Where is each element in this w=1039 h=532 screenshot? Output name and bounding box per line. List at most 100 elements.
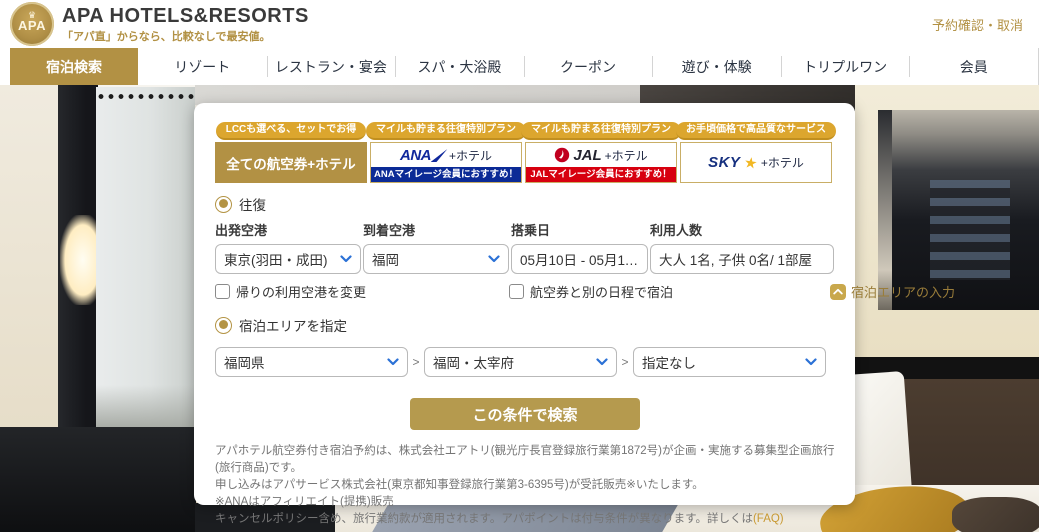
disclaimer-line-2: 申し込みはアパサービス株式会社(東京都知事登録旅行業第3-6395号)が受託販売…	[215, 477, 835, 494]
radio-selected-icon	[215, 317, 232, 334]
chevron-down-icon	[340, 255, 352, 263]
apa-logo-icon: ♛ APA	[10, 2, 54, 46]
different-stay-dates-label: 航空券と別の日程で宿泊	[530, 282, 673, 301]
stay-area-radio[interactable]: 宿泊エリアを指定	[215, 315, 835, 335]
chevron-down-icon	[596, 358, 608, 366]
change-return-airport-checkbox[interactable]: 帰りの利用空港を変更	[215, 282, 509, 301]
options-row: 帰りの利用空港を変更 航空券と別の日程で宿泊 宿泊エリアの入力	[215, 282, 835, 301]
ana-logo-text: ANA	[400, 147, 431, 164]
prefecture-select[interactable]: 福岡県	[215, 347, 408, 377]
tab-ana-suffix: +ホテル	[449, 147, 492, 164]
nav-tab-tripleone[interactable]: トリプルワン	[781, 48, 910, 85]
radio-selected-icon	[215, 196, 232, 213]
arrival-airport-value: 福岡	[372, 249, 484, 269]
jal-crane-icon	[554, 147, 570, 163]
tab-ana-strip: ANAマイレージ会員におすすめ！	[371, 167, 521, 182]
tab-ana-hotel[interactable]: ANA +ホテル ANAマイレージ会員におすすめ！	[370, 142, 522, 183]
photo-curtain	[96, 87, 195, 427]
stay-area-radio-label: 宿泊エリアを指定	[239, 315, 347, 335]
nav-tab-resort[interactable]: リゾート	[138, 48, 267, 85]
tab-col-sky: お手頃価格で高品質なサービス SKY ★ +ホテル	[680, 122, 832, 183]
tab-all-flights-hotel[interactable]: 全ての航空券+ホテル	[215, 142, 367, 183]
nav-tab-coupon[interactable]: クーポン	[524, 48, 653, 85]
checkbox-icon	[509, 284, 524, 299]
flight-hotel-search-panel: LCCも選べる、セットでお得 全ての航空券+ホテル マイルも貯まる往復特別プラン…	[194, 103, 855, 505]
tab-jal-hotel[interactable]: JAL +ホテル JALマイレージ会員におすすめ！	[525, 142, 677, 183]
photo-mirror-reflection	[930, 180, 1010, 280]
ana-swoosh-icon	[431, 149, 448, 162]
chevron-down-icon	[805, 358, 817, 366]
brand-home-link[interactable]: ♛ APA APA HOTELS&RESORTS 「アパ直」からなら、比較なしで…	[10, 2, 309, 46]
departure-airport-value: 東京(羽田・成田)	[224, 249, 336, 269]
tab-col-all-flights: LCCも選べる、セットでお得 全ての航空券+ホテル	[215, 122, 367, 183]
guests-label: 利用人数	[650, 220, 834, 244]
tab-col-ana: マイルも貯まる往復特別プラン ANA +ホテル ANAマイレージ会員におすすめ！	[370, 122, 522, 183]
badge-jal: マイルも貯まる往復特別プラン	[521, 122, 681, 140]
arrival-airport-select[interactable]: 福岡	[363, 244, 509, 274]
photo-curtain-trim	[96, 93, 195, 100]
main-nav: 宿泊検索 リゾート レストラン・宴会 スパ・大浴殿 クーポン 遊び・体験 トリプ…	[0, 48, 1039, 85]
nav-tab-spa[interactable]: スパ・大浴殿	[395, 48, 524, 85]
city-select[interactable]: 福岡・太宰府	[424, 347, 617, 377]
brand-tagline: 「アパ直」からなら、比較なしで最安値。	[62, 28, 309, 44]
photo-window-blind	[195, 85, 660, 105]
site-header: ♛ APA APA HOTELS&RESORTS 「アパ直」からなら、比較なしで…	[0, 0, 1039, 48]
chevron-up-icon	[830, 284, 846, 300]
different-stay-dates-checkbox[interactable]: 航空券と別の日程で宿泊	[509, 282, 830, 301]
tab-col-jal: マイルも貯まる往復特別プラン JAL +ホテル JALマイレージ会員におすすめ！	[525, 122, 677, 183]
round-trip-label: 往復	[239, 194, 266, 214]
guests-input[interactable]: 大人 1名, 子供 0名/ 1部屋	[650, 244, 834, 274]
badge-sky: お手頃価格で高品質なサービス	[676, 122, 836, 140]
boarding-date-label: 搭乗日	[511, 220, 648, 244]
nav-tab-restaurant[interactable]: レストラン・宴会	[267, 48, 396, 85]
tab-ana-main: ANA +ホテル	[371, 143, 521, 167]
departure-airport-label: 出発空港	[215, 220, 361, 244]
chevron-down-icon	[488, 255, 500, 263]
tab-jal-strip: JALマイレージ会員におすすめ！	[526, 167, 676, 182]
nav-tab-activity[interactable]: 遊び・体験	[652, 48, 781, 85]
disclaimer-line-4-text: キャンセルポリシー含め、旅行業約款が適用されます。アパポイントは付与条件が異なり…	[215, 513, 753, 525]
chevron-down-icon	[387, 358, 399, 366]
photo-mirror-frame	[878, 110, 892, 310]
photo-left-wall	[0, 85, 62, 437]
photo-curtain-shadow	[96, 385, 195, 427]
sky-star-icon: ★	[743, 153, 759, 173]
nav-tab-member[interactable]: 会員	[909, 48, 1039, 85]
detail-area-select[interactable]: 指定なし	[633, 347, 826, 377]
search-button[interactable]: この条件で検索	[410, 398, 640, 430]
tab-all-flights-label: 全ての航空券+ホテル	[226, 153, 355, 173]
area-separator: >	[617, 355, 633, 369]
flight-fields: 出発空港 到着空港 搭乗日 利用人数 東京(羽田・成田) 福岡 05月10日 -…	[215, 220, 835, 274]
photo-brown-pillow	[952, 497, 1039, 532]
faq-link[interactable]: (FAQ)	[753, 513, 784, 525]
photo-left-furniture	[0, 427, 196, 532]
product-tabs: LCCも選べる、セットでお得 全ての航空券+ホテル マイルも貯まる往復特別プラン…	[215, 122, 835, 183]
area-selects-row: 福岡県 > 福岡・太宰府 > 指定なし	[215, 347, 835, 377]
apa-booking-page: ♛ APA APA HOTELS&RESORTS 「アパ直」からなら、比較なしで…	[0, 0, 1039, 532]
departure-airport-select[interactable]: 東京(羽田・成田)	[215, 244, 361, 274]
tab-sky-hotel[interactable]: SKY ★ +ホテル	[680, 142, 832, 183]
disclaimer-line-1: アパホテル航空券付き宿泊予約は、株式会社エアトリ(観光庁長官登録旅行業第1872…	[215, 443, 835, 477]
apa-logo-text: APA	[18, 18, 46, 33]
tab-sky-suffix: +ホテル	[761, 154, 804, 171]
tab-jal-main: JAL +ホテル	[526, 143, 676, 167]
round-trip-radio[interactable]: 往復	[215, 194, 835, 214]
boarding-date-input[interactable]: 05月10日 - 05月11日	[511, 244, 648, 274]
change-return-airport-label: 帰りの利用空港を変更	[236, 282, 366, 301]
boarding-date-value: 05月10日 - 05月11日	[520, 249, 639, 269]
sky-logo-text: SKY	[708, 154, 740, 171]
badge-ana: マイルも貯まる往復特別プラン	[366, 122, 526, 140]
nav-tab-stay-search[interactable]: 宿泊検索	[10, 48, 138, 85]
stay-area-input-label: 宿泊エリアの入力	[851, 282, 955, 301]
tab-sky-main: SKY ★ +ホテル	[681, 143, 831, 182]
brand-text: APA HOTELS&RESORTS 「アパ直」からなら、比較なしで最安値。	[62, 5, 309, 44]
photo-wall-lamp	[60, 215, 98, 305]
detail-area-value: 指定なし	[642, 352, 801, 372]
reservation-confirm-cancel-link[interactable]: 予約確認・取消	[932, 15, 1023, 34]
badge-all-flights: LCCも選べる、セットでお得	[216, 122, 367, 140]
checkbox-icon	[215, 284, 230, 299]
disclaimer-line-3: ※ANAはアフィリエイト(提携)販売	[215, 494, 835, 511]
stay-area-input-link[interactable]: 宿泊エリアの入力	[830, 282, 955, 301]
city-value: 福岡・太宰府	[433, 352, 592, 372]
prefecture-value: 福岡県	[224, 352, 383, 372]
